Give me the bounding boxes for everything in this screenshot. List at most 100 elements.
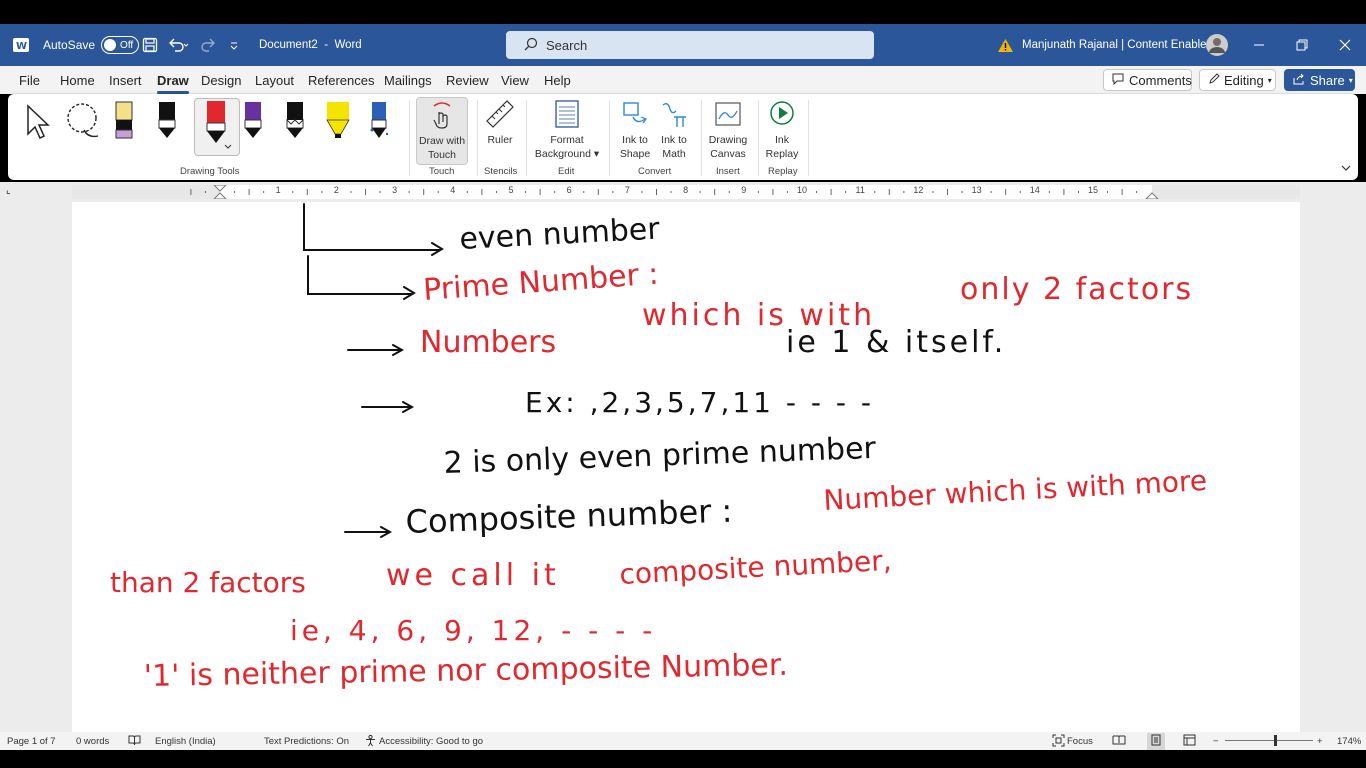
black-marker-icon[interactable] xyxy=(284,100,306,143)
ink-replay-button[interactable]: Ink Replay xyxy=(764,97,800,161)
focus-mode[interactable]: Focus xyxy=(1067,736,1093,747)
format-background-label-1: Format xyxy=(550,134,584,146)
tab-help[interactable]: Help xyxy=(544,73,571,88)
ruler-label: Ruler xyxy=(487,134,513,146)
title-separator: - xyxy=(324,39,329,51)
red-pen-selected[interactable] xyxy=(194,98,240,156)
minimize-icon[interactable] xyxy=(1253,24,1265,66)
touch-draw-icon xyxy=(417,100,467,130)
restore-icon[interactable] xyxy=(1296,24,1308,66)
highlighter-pen-icon[interactable] xyxy=(113,100,135,143)
proofing-book-icon[interactable] xyxy=(128,734,141,749)
zoom-slider-thumb[interactable] xyxy=(1274,735,1277,746)
zoom-level[interactable]: 174% xyxy=(1337,736,1361,747)
ruler-number: 14 xyxy=(1029,185,1040,195)
tab-design[interactable]: Design xyxy=(201,73,241,88)
tab-view[interactable]: View xyxy=(501,73,529,88)
autosave-control[interactable]: AutoSave Off xyxy=(43,24,140,66)
doc-name: Document2 xyxy=(259,39,318,51)
draw-with-touch-button[interactable]: Draw with Touch xyxy=(416,97,468,165)
draw-with-touch-label-2: Touch xyxy=(427,149,457,161)
save-icon[interactable] xyxy=(142,24,158,66)
share-button[interactable]: Share ▾ xyxy=(1284,69,1355,91)
drawing-canvas-button[interactable]: Drawing Canvas xyxy=(706,97,750,161)
group-replay: Replay xyxy=(768,166,798,177)
ruler-number: 7 xyxy=(624,185,630,195)
ink-to-shape-button[interactable]: Ink to Shape xyxy=(616,97,654,161)
tab-file[interactable]: File xyxy=(19,73,40,88)
tab-draw[interactable]: Draw xyxy=(157,73,189,94)
ink-to-shape-label-2: Shape xyxy=(619,148,651,160)
user-name[interactable]: Manjunath Rajanal | Content Enablers xyxy=(1022,24,1216,66)
ruler-number: 4 xyxy=(450,185,456,195)
avatar[interactable] xyxy=(1206,24,1228,66)
undo-icon[interactable] xyxy=(167,24,189,66)
tab-insert[interactable]: Insert xyxy=(109,73,142,88)
galaxy-pen-icon[interactable] xyxy=(368,100,390,143)
text-predictions[interactable]: Text Predictions: On xyxy=(264,736,349,747)
zoom-slider[interactable] xyxy=(1225,740,1313,741)
yellow-highlighter-icon[interactable] xyxy=(325,100,351,143)
ribbon-divider xyxy=(526,100,527,176)
ink-layer[interactable]: even number Ex: ,2,3,5,7,11 - - - - 2 is… xyxy=(72,202,1300,732)
word-count[interactable]: 0 words xyxy=(76,736,109,747)
close-icon[interactable] xyxy=(1339,24,1351,66)
ruler-icon xyxy=(482,99,518,129)
language[interactable]: English (India) xyxy=(155,736,216,747)
comments-button[interactable]: Comments xyxy=(1103,69,1192,91)
purple-pen-icon[interactable] xyxy=(242,100,264,143)
ink-replay-icon xyxy=(764,99,800,129)
page-count[interactable]: Page 1 of 7 xyxy=(7,736,56,747)
bullet-arrow-1 xyxy=(347,344,405,356)
collapse-ribbon-icon[interactable] xyxy=(1340,162,1352,176)
lasso-select-icon[interactable] xyxy=(64,100,104,143)
black-pen-icon[interactable] xyxy=(156,100,178,143)
ink-only-even-prime: 2 is only even prime number xyxy=(443,431,877,481)
format-background-button[interactable]: Format Background ▾ xyxy=(532,97,602,161)
branch-arrow-2 xyxy=(307,255,416,300)
ink-we-call-it: we call it xyxy=(386,558,560,593)
search-box[interactable]: Search xyxy=(506,31,874,59)
status-bar: Page 1 of 7 0 words English (India) Text… xyxy=(0,732,1366,750)
chevron-down-icon: ▾ xyxy=(1348,75,1353,85)
select-pointer-icon[interactable] xyxy=(24,104,52,143)
tab-stop-selector-icon[interactable]: ⌞ xyxy=(6,185,11,196)
tab-mailings[interactable]: Mailings xyxy=(384,73,432,88)
zoom-in-button[interactable]: + xyxy=(1317,736,1323,747)
ink-to-math-icon xyxy=(655,99,693,129)
horizontal-ruler[interactable]: 1 2 3 4 5 6 7 8 9 10 11 12 13 14 15 xyxy=(72,185,1300,199)
ink-even-number: even number xyxy=(459,212,662,257)
editing-mode-button[interactable]: Editing ▾ xyxy=(1199,69,1276,91)
ruler-number: 1 xyxy=(275,185,281,195)
accessibility-status[interactable]: Accessibility: Good to go xyxy=(379,736,483,747)
ruler-button[interactable]: Ruler xyxy=(482,97,518,147)
document-page[interactable]: even number Ex: ,2,3,5,7,11 - - - - 2 is… xyxy=(72,202,1300,732)
autosave-toggle[interactable]: Off xyxy=(101,36,140,54)
ribbon-divider xyxy=(409,100,410,176)
group-drawing-tools: Drawing Tools xyxy=(180,166,240,177)
web-layout-icon[interactable] xyxy=(1183,734,1196,749)
warning-icon[interactable] xyxy=(997,24,1014,66)
bullet-arrow-3 xyxy=(344,526,393,538)
read-mode-icon[interactable] xyxy=(1112,734,1126,749)
ruler-number: 15 xyxy=(1087,185,1099,195)
ink-to-math-button[interactable]: Ink to Math xyxy=(655,97,693,161)
document-title: Document2 - Word xyxy=(259,24,362,66)
format-background-icon xyxy=(532,99,602,129)
pencil-icon xyxy=(1208,72,1220,88)
ink-composite-number: composite number, xyxy=(619,544,893,591)
bullet-arrow-2 xyxy=(361,401,415,413)
ruler-number: 11 xyxy=(855,185,865,195)
redo-icon[interactable] xyxy=(201,24,217,66)
print-layout-icon[interactable] xyxy=(1147,733,1165,750)
ruler-number: 12 xyxy=(913,185,924,195)
black-ink-strokes xyxy=(303,203,444,538)
svg-text:W: W xyxy=(16,41,27,52)
zoom-out-button[interactable]: − xyxy=(1213,736,1219,747)
tab-review[interactable]: Review xyxy=(446,73,489,88)
customize-toolbar-icon[interactable] xyxy=(229,24,239,66)
tab-home[interactable]: Home xyxy=(60,73,95,88)
share-icon xyxy=(1293,73,1305,88)
tab-layout[interactable]: Layout xyxy=(255,73,294,88)
tab-references[interactable]: References xyxy=(308,73,374,88)
